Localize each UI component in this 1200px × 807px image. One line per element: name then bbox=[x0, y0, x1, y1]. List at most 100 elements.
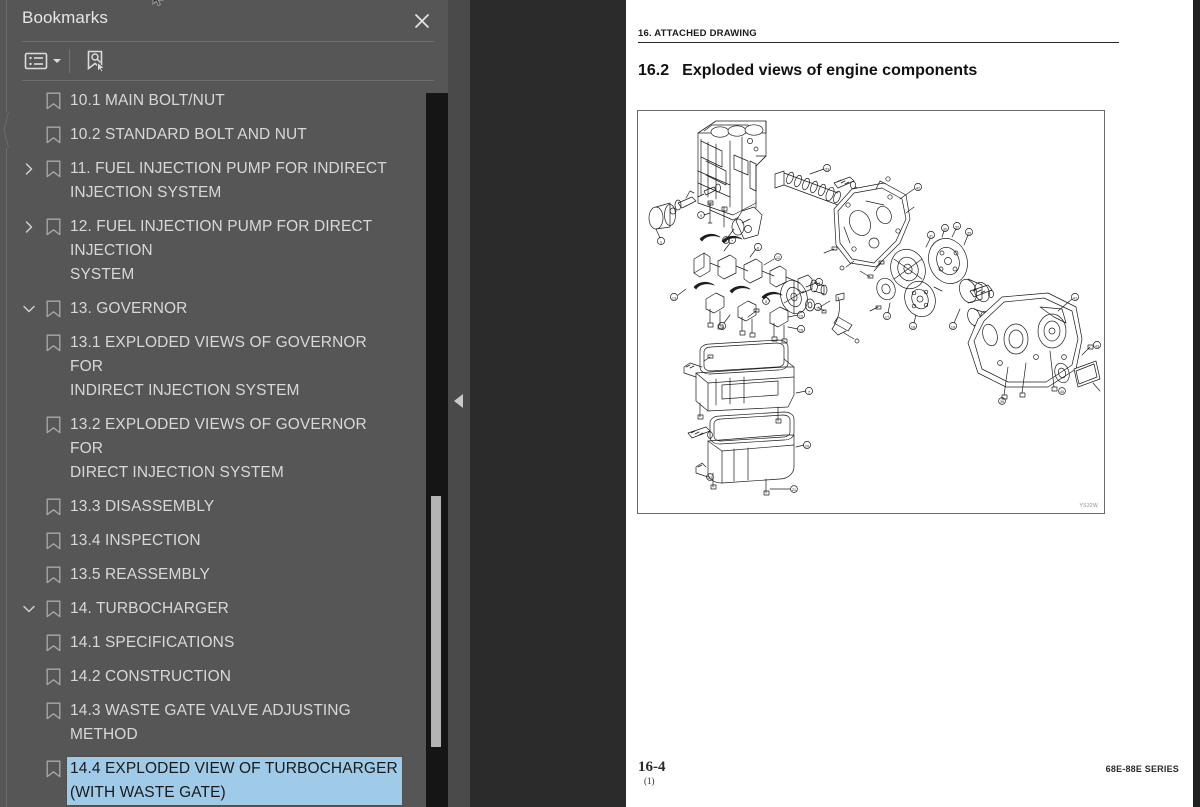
svg-text:23: 23 bbox=[708, 476, 712, 480]
triangle-left-icon[interactable] bbox=[454, 394, 463, 408]
bookmark-icon bbox=[42, 89, 68, 111]
pdf-reader-window: Bookmarks 10.1 MAIN BOLT/NUT 10.2 STANDA… bbox=[0, 0, 1200, 807]
chevron-down-icon[interactable] bbox=[18, 297, 42, 319]
bookmarks-panel: Bookmarks 10.1 MAIN BOLT/NUT 10.2 STANDA… bbox=[0, 0, 470, 807]
chevron-right-icon[interactable] bbox=[18, 157, 42, 179]
chevron-down-icon bbox=[53, 59, 61, 63]
bookmark-item[interactable]: 10.1 MAIN BOLT/NUT bbox=[8, 86, 422, 118]
svg-text:14: 14 bbox=[720, 325, 724, 329]
svg-text:31: 31 bbox=[929, 234, 933, 238]
svg-text:5: 5 bbox=[765, 300, 767, 304]
svg-text:21: 21 bbox=[792, 488, 796, 492]
exploded-diagram-drawing: 1 9 8 33 42 7 6 13 14 15 16 4 5 11 31 30… bbox=[648, 120, 1101, 496]
svg-text:13: 13 bbox=[672, 296, 676, 300]
svg-text:1: 1 bbox=[660, 239, 663, 244]
toolbar-divider bbox=[22, 80, 434, 81]
pdf-page: 16. ATTACHED DRAWING 16.2 Exploded views … bbox=[626, 0, 1193, 807]
bookmark-icon bbox=[42, 331, 68, 353]
bookmark-label: 13.1 EXPLODED VIEWS OF GOVERNOR FOR INDI… bbox=[70, 334, 367, 399]
bookmark-icon bbox=[42, 699, 68, 721]
panel-left-notch bbox=[0, 112, 8, 148]
bookmarks-tree-viewport: 10.1 MAIN BOLT/NUT 10.2 STANDARD BOLT AND… bbox=[8, 86, 422, 807]
bookmark-item[interactable]: 13.4 INSPECTION bbox=[8, 524, 422, 558]
panel-title: Bookmarks bbox=[22, 8, 108, 27]
svg-text:32: 32 bbox=[955, 225, 959, 229]
document-viewer: 16. ATTACHED DRAWING 16.2 Exploded views … bbox=[470, 0, 1200, 807]
find-current-bookmark-icon[interactable] bbox=[84, 46, 108, 76]
svg-text:20: 20 bbox=[805, 444, 809, 448]
svg-text:4: 4 bbox=[818, 281, 820, 285]
bookmark-icon bbox=[42, 123, 68, 145]
bookmark-label: 10.2 STANDARD BOLT AND NUT bbox=[70, 126, 307, 143]
svg-text:19: 19 bbox=[951, 325, 955, 329]
figure-code: YS32W bbox=[1079, 503, 1098, 509]
bookmark-label: 13.2 EXPLODED VIEWS OF GOVERNOR FOR DIRE… bbox=[70, 416, 367, 481]
header-divider bbox=[22, 41, 434, 42]
svg-text:33: 33 bbox=[825, 167, 829, 171]
page-shadow-edge bbox=[1193, 0, 1200, 807]
bookmark-item[interactable]: 14.3 WASTE GATE VALVE ADJUSTING METHOD bbox=[8, 694, 422, 752]
svg-text:30: 30 bbox=[943, 227, 947, 231]
svg-text:12: 12 bbox=[776, 256, 780, 260]
bookmark-icon bbox=[42, 665, 68, 687]
bookmark-label: 14. TURBOCHARGER bbox=[70, 600, 229, 617]
close-icon[interactable] bbox=[408, 7, 436, 35]
bookmark-icon bbox=[42, 215, 68, 237]
bookmarks-panel-header: Bookmarks bbox=[22, 4, 470, 38]
bookmark-icon bbox=[42, 297, 68, 319]
bookmark-label: 14.3 WASTE GATE VALVE ADJUSTING METHOD bbox=[70, 702, 351, 743]
section-title: Exploded views of engine components bbox=[682, 62, 978, 79]
bookmark-icon bbox=[42, 529, 68, 551]
svg-text:2: 2 bbox=[808, 390, 810, 394]
bookmarks-scrollbar-thumb[interactable] bbox=[431, 496, 441, 747]
bookmarks-tree: 10.1 MAIN BOLT/NUT 10.2 STANDARD BOLT AND… bbox=[8, 86, 422, 807]
bookmark-item[interactable]: 13. GOVERNOR bbox=[8, 292, 422, 326]
bookmark-item[interactable]: 13.5 REASSEMBLY bbox=[8, 558, 422, 592]
bookmark-icon bbox=[42, 495, 68, 517]
bookmark-item[interactable]: 12. FUEL INJECTION PUMP FOR DIRECT INJEC… bbox=[8, 210, 422, 292]
bookmark-label: 14.1 SPECIFICATIONS bbox=[70, 634, 235, 651]
svg-text:35: 35 bbox=[967, 231, 971, 235]
bookmark-label: 13.3 DISASSEMBLY bbox=[70, 498, 215, 515]
bookmark-icon bbox=[42, 157, 68, 179]
bookmark-icon bbox=[42, 631, 68, 653]
bookmark-item[interactable]: 14. TURBOCHARGER bbox=[8, 592, 422, 626]
svg-text:15: 15 bbox=[799, 314, 803, 318]
bookmark-item[interactable]: 14.2 CONSTRUCTION bbox=[8, 660, 422, 694]
chevron-right-icon[interactable] bbox=[18, 215, 42, 237]
bookmark-item[interactable]: 10.2 STANDARD BOLT AND NUT bbox=[8, 118, 422, 152]
svg-text:43: 43 bbox=[1095, 344, 1099, 348]
toolbar-separator bbox=[69, 49, 70, 73]
svg-text:41: 41 bbox=[1073, 296, 1077, 300]
bookmark-item[interactable]: 13.3 DISASSEMBLY bbox=[8, 490, 422, 524]
page-title: 16.2 Exploded views of engine components bbox=[638, 62, 977, 80]
bookmark-label: 11. FUEL INJECTION PUMP FOR INDIRECT INJ… bbox=[70, 160, 387, 201]
chevron-down-icon[interactable] bbox=[18, 597, 42, 619]
bookmark-label: 13.4 INSPECTION bbox=[70, 532, 201, 549]
bookmark-item[interactable]: 14.1 SPECIFICATIONS bbox=[8, 626, 422, 660]
svg-text:16: 16 bbox=[799, 328, 803, 332]
svg-text:11: 11 bbox=[816, 306, 820, 310]
bookmark-item[interactable]: 14.4 EXPLODED VIEW OF TURBOCHARGER (WITH… bbox=[8, 752, 422, 807]
svg-text:17: 17 bbox=[885, 315, 889, 319]
svg-text:18: 18 bbox=[911, 325, 915, 329]
svg-text:39: 39 bbox=[1000, 400, 1004, 404]
bookmark-label: 10.1 MAIN BOLT/NUT bbox=[70, 92, 225, 109]
bookmark-label: 14.4 EXPLODED VIEW OF TURBOCHARGER (WITH… bbox=[66, 756, 403, 806]
bookmark-options-list-icon[interactable] bbox=[24, 46, 61, 76]
bookmark-label: 13. GOVERNOR bbox=[70, 300, 188, 317]
engine-components-exploded-view: 1 9 8 33 42 7 6 13 14 15 16 4 5 11 31 30… bbox=[637, 110, 1105, 514]
svg-text:42: 42 bbox=[916, 186, 920, 190]
section-number: 16.2 bbox=[638, 62, 670, 79]
bookmarks-scrollbar[interactable] bbox=[426, 93, 448, 807]
page-number: 16-4 bbox=[638, 759, 666, 775]
bookmark-item[interactable]: 13.2 EXPLODED VIEWS OF GOVERNOR FOR DIRE… bbox=[8, 408, 422, 490]
page-running-head: 16. ATTACHED DRAWING bbox=[638, 28, 1119, 43]
bookmark-icon bbox=[42, 413, 68, 435]
page-number-sub: (1) bbox=[644, 776, 655, 786]
bookmark-icon bbox=[42, 757, 68, 779]
bookmark-item[interactable]: 11. FUEL INJECTION PUMP FOR INDIRECT INJ… bbox=[8, 152, 422, 210]
document-series-label: 68E-88E SERIES bbox=[1105, 764, 1179, 774]
bookmark-item[interactable]: 13.1 EXPLODED VIEWS OF GOVERNOR FOR INDI… bbox=[8, 326, 422, 408]
bookmark-icon bbox=[42, 563, 68, 585]
